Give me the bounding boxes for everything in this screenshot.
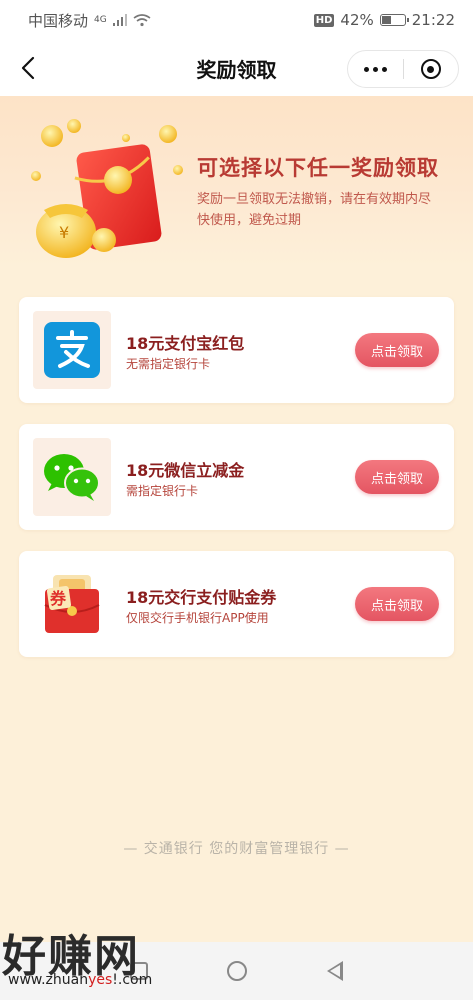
hd-badge: HD (313, 13, 335, 27)
battery-percent: 42% (340, 11, 374, 29)
system-back-icon[interactable] (327, 961, 344, 981)
more-button[interactable] (348, 51, 403, 87)
svg-text:¥: ¥ (59, 223, 69, 242)
hero-banner: ¥ 可选择以下任一奖励领取 奖励一旦领取无法撤销，请在有效期内尽快使用，避免过期 (0, 96, 473, 266)
claim-button[interactable]: 点击领取 (355, 460, 439, 494)
reward-icon-box (33, 438, 111, 516)
red-envelope-coins-icon: ¥ (31, 119, 183, 258)
clock: 21:22 (411, 11, 455, 29)
nav-bar: 奖励领取 (0, 40, 473, 96)
status-right: HD 42% 21:22 (313, 11, 455, 29)
reward-subtitle: 需指定银行卡 (126, 484, 199, 498)
watermark-url-highlight: yes (88, 972, 113, 988)
wechat-icon (44, 454, 100, 501)
bank-slogan: — 交通银行 您的财富管理银行 — (123, 841, 350, 857)
carrier-label: 中国移动 (28, 11, 89, 30)
watermark-url: www.zhuanyes!.com (8, 972, 152, 988)
more-dots-icon (363, 66, 387, 72)
reward-title: 18元支付宝红包 (126, 334, 245, 353)
signal-icon (112, 14, 127, 26)
claim-button[interactable]: 点击领取 (355, 587, 439, 621)
reward-subtitle: 仅限交行手机银行APP使用 (126, 611, 269, 625)
target-circle-icon (420, 59, 441, 79)
page-title: 奖励领取 (196, 57, 277, 82)
reward-icon-box: 券 (33, 565, 111, 643)
reward-card-wechat: 18元微信立减金 需指定银行卡 点击领取 (19, 424, 454, 530)
home-icon[interactable] (227, 961, 248, 981)
hero-title: 可选择以下任一奖励领取 (197, 156, 439, 180)
hero-description: 奖励一旦领取无法撤销，请在有效期内尽快使用，避免过期 (197, 192, 432, 228)
close-mini-program-button[interactable] (404, 51, 459, 87)
watermark-url-suffix: !.com (112, 972, 153, 988)
status-bar: 中国移动 4G HD 42% 21:22 (0, 0, 473, 40)
reward-card-alipay: 18元支付宝红包 无需指定银行卡 点击领取 (19, 297, 454, 403)
claim-button[interactable]: 点击领取 (355, 333, 439, 367)
svg-text:券: 券 (49, 589, 67, 608)
wifi-icon (133, 13, 151, 26)
battery-icon (379, 14, 409, 26)
reward-title: 18元微信立减金 (126, 461, 245, 480)
site-watermark: 好赚网 www.zhuanyes!.com (2, 920, 202, 998)
reward-title: 18元交行支付贴金券 (126, 588, 277, 607)
watermark-url-prefix: www.zhuan (8, 972, 89, 988)
status-left: 中国移动 4G (28, 10, 151, 31)
reward-card-bocom-coupon: 券 18元交行支付贴金券 仅限交行手机银行APP使用 点击领取 (19, 551, 454, 657)
reward-subtitle: 无需指定银行卡 (126, 357, 211, 371)
network-label: 4G (94, 15, 107, 25)
chevron-left-icon (21, 56, 35, 80)
coupon-envelope-icon: 券 (44, 575, 100, 633)
reward-icon-box (33, 311, 111, 389)
alipay-icon (44, 322, 100, 378)
back-button[interactable] (16, 54, 40, 82)
mini-program-capsule (347, 50, 459, 88)
